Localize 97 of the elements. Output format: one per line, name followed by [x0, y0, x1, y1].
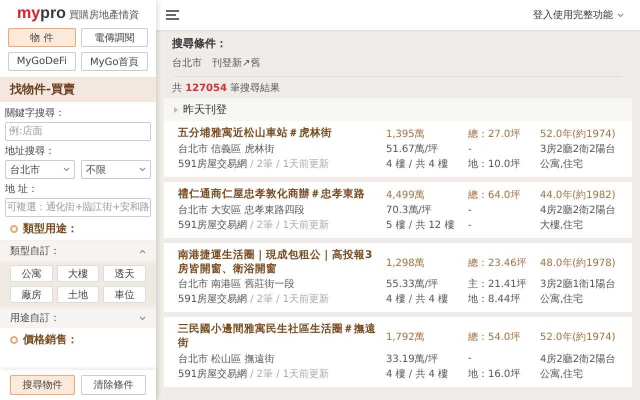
address: 台北市 大安區 忠孝東路四段	[178, 204, 306, 217]
usage: 公寓,住宅	[540, 292, 584, 306]
menu-icon[interactable]	[166, 10, 179, 20]
update-info: / 2筆 / 1天前更新	[250, 158, 330, 171]
source: 591房屋交易網	[178, 368, 248, 381]
source: 591房屋交易網	[178, 218, 248, 232]
floor: 5 樓 / 共 12 樓	[386, 218, 456, 232]
layout: 3房2廳2衛2陽台	[540, 142, 616, 156]
usage: 公寓,住宅	[540, 368, 584, 381]
keyword-field[interactable]: 例:店面	[5, 122, 151, 141]
land-area: 地：16.0坪	[468, 366, 534, 381]
listing-card[interactable]: 五分埔雅寓近松山車站＃虎林街 1,395萬 總：27.0坪 52.0年(約1974) 台北市 信義區 虎林街 51.67萬/坪 - 3房2廳2衛2陽台 591房屋交易網 / 2筆 / 1天前更新 4 樓 / 共 4 樓 地：10.0坪 公寓,住宅	[164, 121, 632, 177]
logo-text: my	[17, 5, 40, 23]
clear-button[interactable]: 清除條件	[81, 375, 146, 395]
total-area: 總：23.46坪	[468, 256, 534, 270]
total-area: 總：64.0坪	[468, 188, 534, 202]
address: 台北市 南港區 舊莊街一段	[178, 278, 296, 292]
nav-button[interactable]: 物 件	[8, 28, 76, 47]
nav-button[interactable]: 電傳調閱	[80, 28, 148, 47]
city-select[interactable]: 台北市	[5, 160, 75, 179]
bullet-icon	[10, 224, 18, 232]
criteria-tag: 台北市	[172, 56, 202, 70]
type-chip[interactable]: 車位	[103, 286, 146, 303]
update-info: / 2筆 / 1天前更新	[250, 292, 330, 306]
result-count: 共 127054 筆搜尋結果	[172, 82, 282, 95]
unit-price: 33.19萬/坪	[386, 352, 439, 366]
main-area: 主：21.41坪	[468, 277, 534, 292]
nav-button[interactable]: MyGoDeFi	[8, 52, 76, 71]
listing-title[interactable]: 南港捷運生活圈｜現成包租公｜高投報3房皆開窗、衛浴開窗	[178, 249, 380, 276]
field-label: 地 址：	[5, 182, 40, 196]
field-label: 關鍵字搜尋：	[5, 106, 66, 120]
section-heading: 價格銷售：	[23, 332, 78, 347]
building-age: 52.0年(約1974)	[540, 330, 617, 344]
caret-icon	[174, 106, 178, 112]
type-custom-toggle[interactable]: 類型自訂：	[0, 240, 156, 261]
type-chip[interactable]: 大樓	[56, 265, 100, 282]
price: 1,298萬	[386, 256, 426, 270]
main-area: -	[468, 353, 534, 364]
listing-title[interactable]: 五分埔雅寓近松山車站＃虎林街	[178, 127, 380, 141]
main-area: -	[468, 144, 534, 154]
chevron-down-icon	[63, 167, 70, 172]
floor: 4 樓 / 共 4 樓	[386, 368, 449, 381]
bullet-icon	[10, 336, 18, 344]
type-chip[interactable]: 廠房	[10, 286, 53, 303]
chevron-down-icon	[139, 316, 146, 320]
login-menu[interactable]: 登入使用完整功能	[533, 8, 624, 22]
criteria-title: 搜尋條件：	[172, 36, 228, 51]
price: 4,499萬	[386, 188, 426, 202]
section-title: 找物件-買賣	[0, 77, 156, 102]
type-chip[interactable]: 透天	[103, 265, 146, 282]
layout: 4房2廳2衛2陽台	[540, 204, 616, 217]
district-select[interactable]: 不限	[81, 160, 151, 179]
unit-price: 51.67萬/坪	[386, 142, 439, 156]
floor: 4 樓 / 共 4 樓	[386, 158, 449, 171]
price: 1,395萬	[386, 128, 426, 141]
address: 台北市 信義區 虎林街	[178, 142, 276, 156]
source: 591房屋交易網	[178, 158, 248, 171]
group-header[interactable]: 昨天刊登	[164, 98, 632, 121]
land-area: 地：10.0坪	[468, 157, 534, 171]
update-info: / 2筆 / 1天前更新	[250, 218, 330, 232]
chevron-down-icon	[617, 12, 624, 18]
chevron-down-icon	[139, 167, 146, 172]
usage: 公寓,住宅	[540, 158, 584, 171]
total-area: 總：27.0坪	[468, 127, 534, 141]
section-heading: 類型用途：	[23, 221, 78, 236]
search-button[interactable]: 搜尋物件	[10, 375, 75, 395]
listing-card[interactable]: 南港捷運生活圈｜現成包租公｜高投報3房皆開窗、衛浴開窗 1,298萬 總：23.46坪 48.0年(約1978) 台北市 南港區 舊莊街一段 55.33萬/坪 主：21.41坪 3房2廳1衛1陽台 591房屋交易網 / 2筆 / 1天前更新 4 樓 / 共 4 樓 地：8.44坪 公寓,住宅	[164, 243, 632, 312]
logo-tagline: 買購房地產情資	[68, 8, 139, 22]
type-chip[interactable]: 土地	[56, 286, 100, 303]
logo-text: pro	[40, 5, 66, 23]
field-label: 地址搜尋：	[5, 144, 56, 158]
main-area: -	[468, 204, 534, 216]
type-chip[interactable]: 公寓	[10, 265, 53, 282]
total-area: 總：54.0坪	[468, 330, 534, 344]
unit-price: 55.33萬/坪	[386, 278, 439, 292]
usage: 大樓,住宅	[540, 218, 584, 232]
source: 591房屋交易網	[178, 292, 248, 306]
criteria-tag: 刊登新↗舊	[212, 56, 260, 70]
building-age: 48.0年(約1978)	[540, 256, 617, 270]
land-area: -	[468, 220, 534, 230]
layout: 3房2廳1衛1陽台	[540, 278, 616, 292]
land-area: 地：8.44坪	[468, 292, 534, 306]
floor: 4 樓 / 共 4 樓	[386, 292, 449, 306]
usage-custom-toggle[interactable]: 用途自訂：	[0, 307, 156, 328]
unit-price: 70.3萬/坪	[386, 204, 433, 217]
building-age: 52.0年(約1974)	[540, 128, 617, 141]
nav-button[interactable]: MyGo首頁	[80, 52, 148, 71]
price: 1,792萬	[386, 330, 426, 344]
update-info: / 2筆 / 1天前更新	[250, 368, 330, 381]
listing-title[interactable]: 禮仁通商仁屋忠孝敦化商辦＃忠孝東路	[178, 188, 380, 202]
chevron-up-icon	[139, 248, 146, 254]
layout: 4房2廳2衛2陽台	[540, 352, 616, 366]
address-field[interactable]: 可複選：通化街+臨江街+安和路	[5, 198, 151, 217]
listing-card[interactable]: 禮仁通商仁屋忠孝敦化商辦＃忠孝東路 4,499萬 總：64.0坪 44.0年(約1982) 台北市 大安區 忠孝東路四段 70.3萬/坪 - 4房2廳2衛2陽台 591房屋交易網 / 2筆 / 1天前更新 5 樓 / 共 12 樓 - 大樓,住宅	[164, 182, 632, 238]
listing-title[interactable]: 三民國小邊間雅寓民生社區生活圈＃撫遠街	[178, 323, 380, 351]
address: 台北市 松山區 撫遠街	[178, 352, 276, 366]
building-age: 44.0年(約1982)	[540, 189, 617, 202]
